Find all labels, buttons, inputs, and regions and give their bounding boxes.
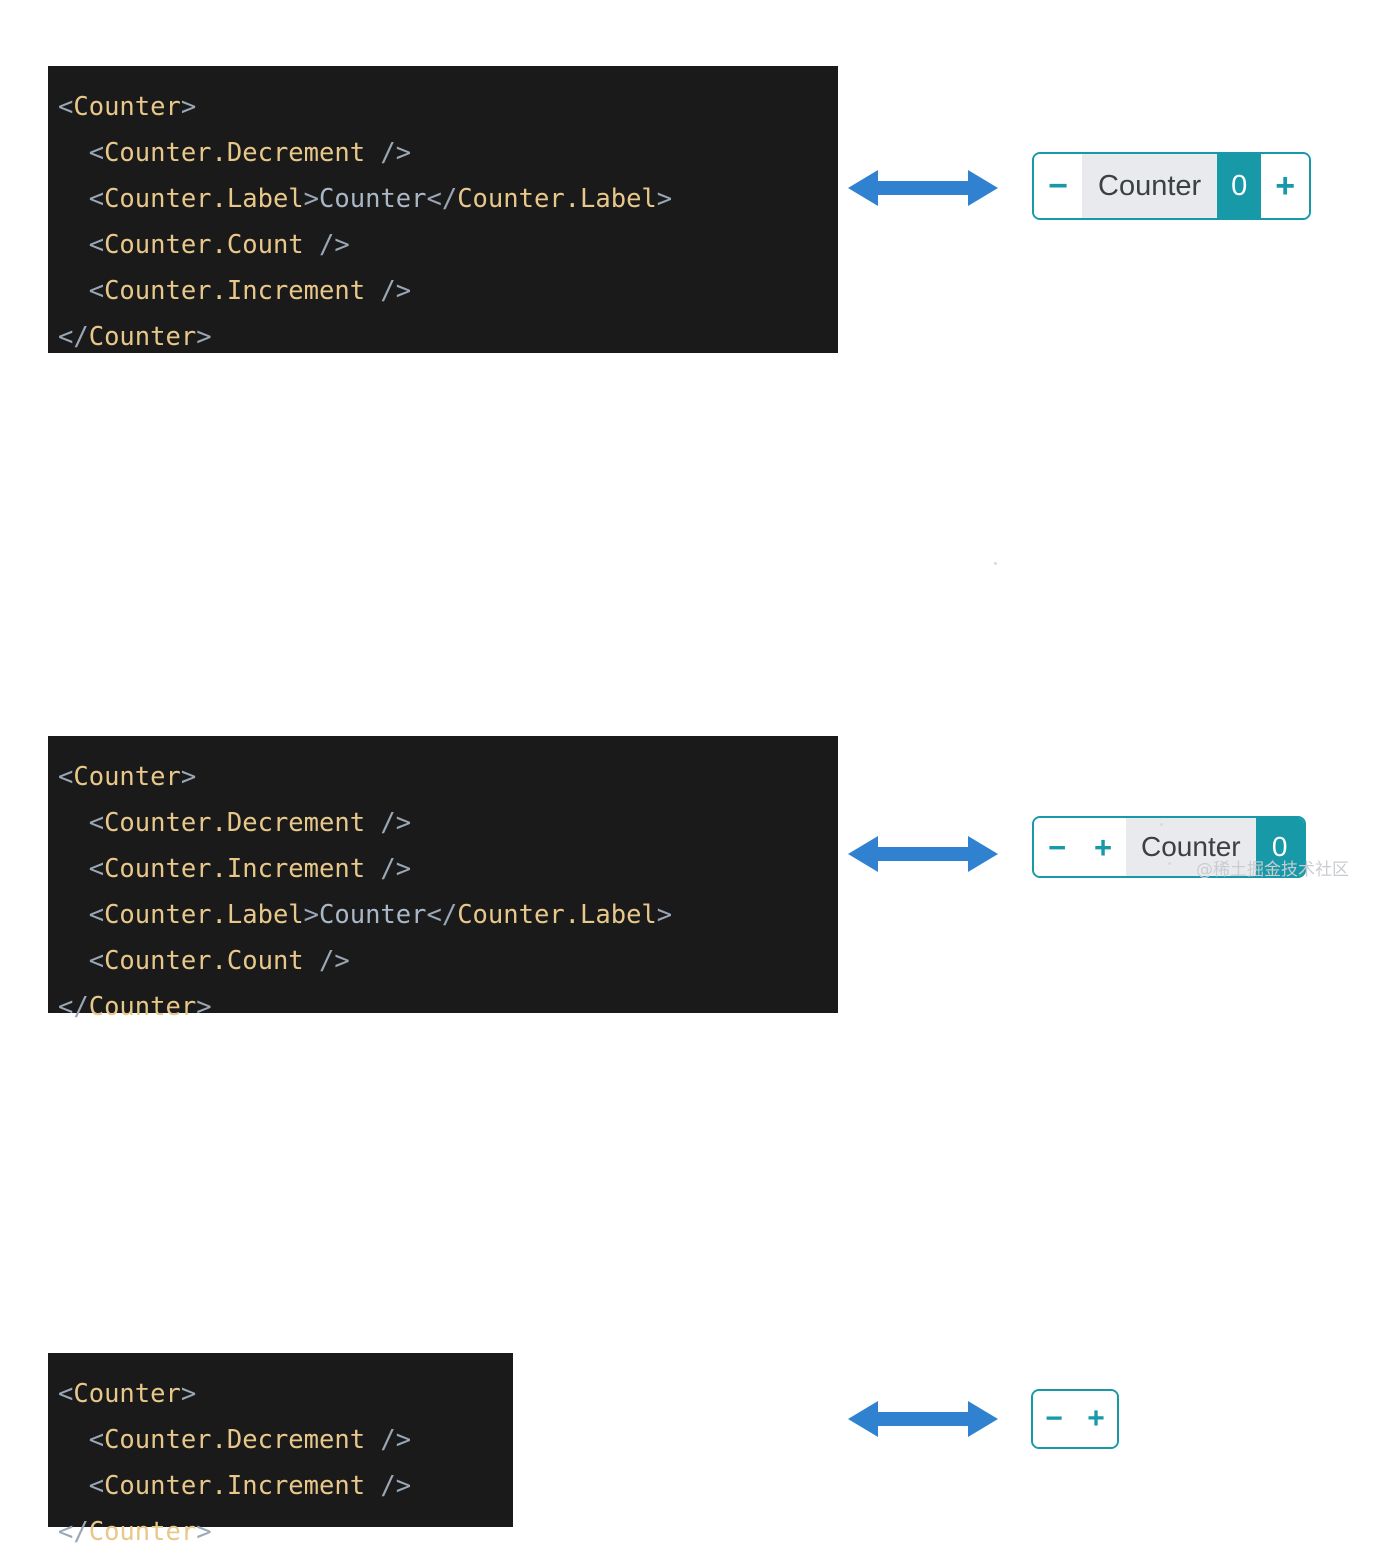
code-token: /> — [365, 275, 412, 306]
code-token: Counter.Label — [457, 899, 657, 930]
code-token: /> — [303, 945, 350, 976]
code-token: /> — [365, 1424, 412, 1455]
code-token: Counter — [88, 1516, 197, 1547]
code-token: > — [656, 899, 673, 930]
code-line: <Counter> — [58, 84, 824, 130]
code-token: > — [180, 91, 197, 122]
counter-label-label: Counter — [1082, 154, 1218, 218]
code-line: <Counter.Decrement /> — [58, 1417, 499, 1463]
counter-increment-button[interactable]: + — [1261, 154, 1310, 218]
code-line: </Counter> — [58, 984, 824, 1030]
code-token: </ — [426, 899, 458, 930]
code-token: > — [303, 183, 320, 214]
code-line: </Counter> — [58, 1509, 499, 1555]
code-token: </ — [58, 321, 89, 352]
code-token: </ — [426, 183, 458, 214]
code-token: Counter.Increment — [104, 1470, 366, 1501]
code-token: Counter.Label — [457, 183, 657, 214]
code-line: <Counter.Count /> — [58, 938, 824, 984]
code-token: > — [303, 899, 320, 930]
code-token: < — [58, 1470, 105, 1501]
code-line: <Counter> — [58, 1371, 499, 1417]
code-token: Counter.Count — [104, 229, 304, 260]
counter-decrement-button[interactable]: − — [1033, 1391, 1075, 1447]
counter-increment-button[interactable]: + — [1075, 1391, 1117, 1447]
code-token: < — [58, 91, 74, 122]
speck-artifact-c — [1168, 862, 1171, 865]
code-token: /> — [365, 1470, 412, 1501]
example-row-3: <Counter> <Counter.Decrement /> <Counter… — [0, 658, 1390, 1547]
code-line: <Counter.Count /> — [58, 222, 824, 268]
code-token: > — [180, 1378, 197, 1409]
code-token: < — [58, 183, 105, 214]
code-token: > — [656, 183, 673, 214]
code-token: < — [58, 137, 105, 168]
code-token: Counter.Label — [104, 183, 304, 214]
code-token: Counter.Label — [104, 899, 304, 930]
code-token: Counter.Decrement — [104, 1424, 366, 1455]
code-token: </ — [58, 1516, 89, 1547]
code-token: < — [58, 1378, 74, 1409]
code-block-3: <Counter> <Counter.Decrement /> <Counter… — [48, 1352, 513, 1547]
counter-widget-1[interactable]: − Counter 0 + — [1032, 152, 1312, 220]
code-token: /> — [365, 137, 412, 168]
code-token: < — [58, 899, 105, 930]
speck-artifact-a — [994, 562, 997, 565]
code-token: Counter — [319, 899, 427, 930]
example-row-2: <Counter> <Counter.Decrement /> <Counter… — [0, 348, 1390, 1022]
double-headed-arrow-icon-3 — [848, 1397, 998, 1441]
code-line: <Counter.Label>Counter</Counter.Label> — [58, 892, 824, 938]
code-token: </ — [58, 991, 89, 1022]
double-headed-arrow-icon-1 — [848, 166, 998, 210]
example-row-1: <Counter> <Counter.Decrement /> <Counter… — [0, 0, 1390, 353]
code-token: > — [196, 1516, 212, 1547]
code-token: Counter.Increment — [104, 275, 366, 306]
code-line: <Counter.Increment /> — [58, 1463, 499, 1509]
speck-artifact-b — [1160, 823, 1163, 826]
code-token: Counter — [73, 1378, 181, 1409]
code-token: < — [58, 945, 105, 976]
code-token: Counter — [73, 91, 181, 122]
code-token: < — [58, 275, 105, 306]
counter-widget-3[interactable]: − + — [1031, 1389, 1119, 1449]
code-block-1: <Counter> <Counter.Decrement /> <Counter… — [48, 65, 838, 353]
counter-count-value: 0 — [1217, 154, 1262, 218]
code-token: > — [196, 991, 212, 1022]
code-token: < — [58, 1424, 105, 1455]
code-token: > — [196, 321, 212, 352]
code-token: Counter.Decrement — [104, 137, 366, 168]
code-token: /> — [303, 229, 350, 260]
code-line: <Counter.Increment /> — [58, 268, 824, 314]
code-token: Counter — [319, 183, 427, 214]
code-token: Counter.Count — [104, 945, 304, 976]
code-line: <Counter.Label>Counter</Counter.Label> — [58, 176, 824, 222]
code-token: Counter — [88, 321, 197, 352]
counter-decrement-button[interactable]: − — [1034, 154, 1082, 218]
code-line: <Counter.Decrement /> — [58, 130, 824, 176]
code-token: Counter — [88, 991, 197, 1022]
code-token: < — [58, 229, 105, 260]
watermark: @稀土掘金技术社区 — [1196, 860, 1349, 880]
